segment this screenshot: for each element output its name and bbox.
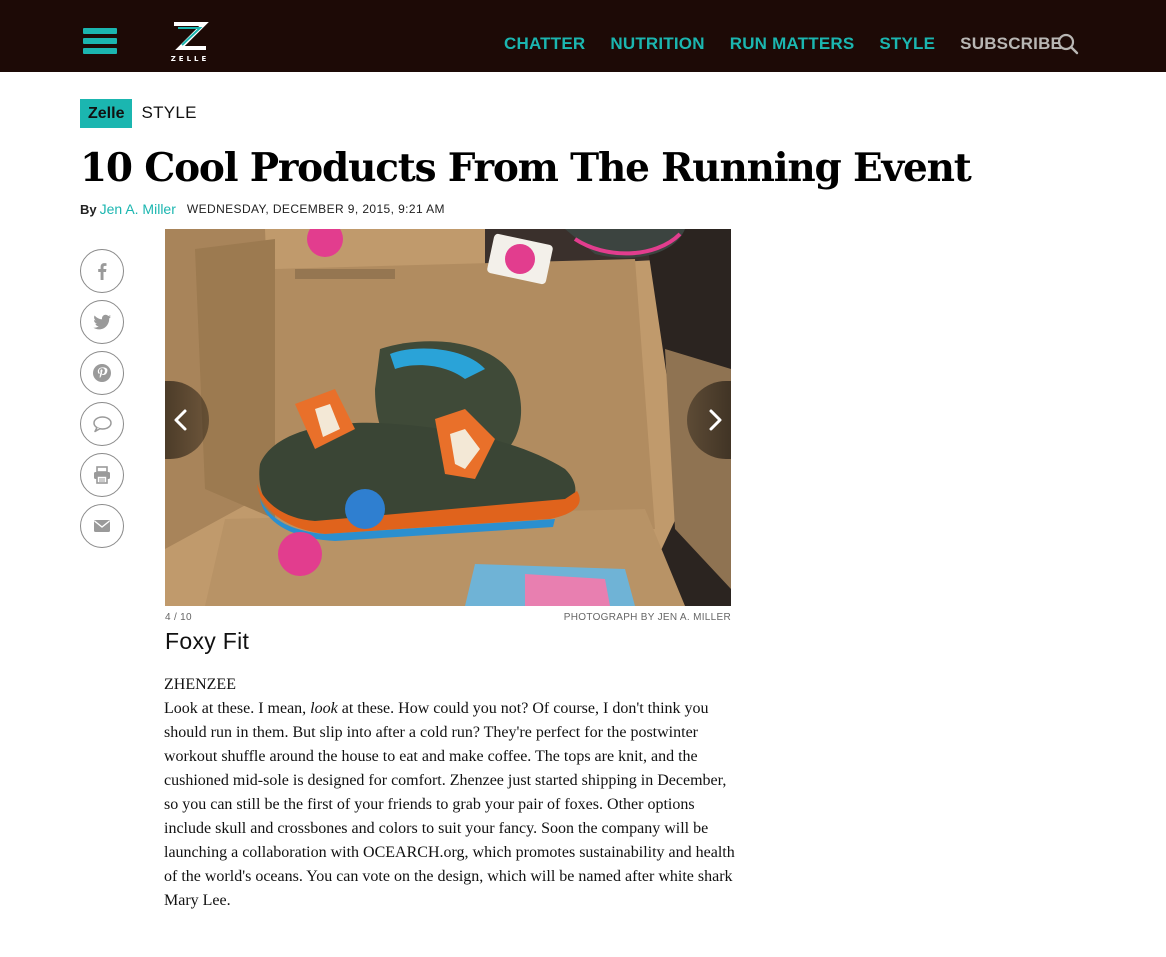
twitter-share-button[interactable] [80, 300, 124, 344]
article-title: 10 Cool Products From The Running Event [80, 145, 972, 191]
email-icon [94, 520, 110, 532]
comment-icon [93, 416, 112, 433]
nav-style[interactable]: STYLE [879, 34, 935, 54]
print-button[interactable] [80, 453, 124, 497]
chevron-right-icon [709, 409, 722, 431]
description-emphasis: look [310, 700, 338, 717]
print-icon [94, 466, 110, 484]
byline-prefix: By [80, 201, 97, 217]
slide-body: ZHENZEE Look at these. I mean, look at t… [164, 673, 736, 913]
gallery-photo [165, 229, 731, 606]
nav-subscribe[interactable]: SUBSCRIBE [960, 34, 1062, 54]
description-rest: at these. How could you not? Of course, … [164, 700, 735, 909]
byline: By Jen A. Miller WEDNESDAY, DECEMBER 9, … [80, 201, 445, 217]
slide-counter: 4 / 10 [165, 612, 192, 623]
zelle-logo-mark [174, 22, 209, 50]
comment-button[interactable] [80, 402, 124, 446]
photo-credit: PHOTOGRAPH BY JEN A. MILLER [563, 612, 731, 623]
facebook-share-button[interactable] [80, 249, 124, 293]
top-navigation-bar: ZELLE CHATTER NUTRITION RUN MATTERS STYL… [0, 0, 1166, 72]
main-nav: CHATTER NUTRITION RUN MATTERS STYLE SUBS… [504, 33, 1087, 55]
email-share-button[interactable] [80, 504, 124, 548]
slide-description: Look at these. I mean, look at these. Ho… [164, 697, 736, 913]
share-bar [80, 249, 124, 555]
slide-title: Foxy Fit [165, 628, 250, 654]
zelle-logo[interactable]: ZELLE [166, 18, 214, 66]
section-tag[interactable]: STYLE [141, 103, 196, 123]
chevron-left-icon [174, 409, 187, 431]
facebook-icon [98, 263, 107, 280]
gallery-caption-row: 4 / 10 PHOTOGRAPH BY JEN A. MILLER [165, 612, 731, 623]
nav-nutrition[interactable]: NUTRITION [610, 34, 704, 54]
pinterest-share-button[interactable] [80, 351, 124, 395]
nav-chatter[interactable]: CHATTER [504, 34, 585, 54]
pinterest-icon [93, 364, 111, 382]
search-icon[interactable] [1057, 33, 1079, 55]
brand-badge[interactable]: Zelle [80, 98, 133, 128]
author-link[interactable]: Jen A. Miller [100, 201, 176, 217]
description-lead: Look at these. I mean, [164, 700, 311, 717]
photo-gallery [165, 229, 731, 606]
logo-text: ZELLE [170, 55, 210, 63]
twitter-icon [93, 314, 111, 330]
breadcrumb: Zelle STYLE [80, 98, 197, 128]
nav-run-matters[interactable]: RUN MATTERS [730, 34, 855, 54]
publish-date: WEDNESDAY, DECEMBER 9, 2015, 9:21 AM [186, 202, 445, 216]
product-brand: ZHENZEE [164, 676, 236, 693]
menu-icon[interactable] [83, 28, 117, 56]
